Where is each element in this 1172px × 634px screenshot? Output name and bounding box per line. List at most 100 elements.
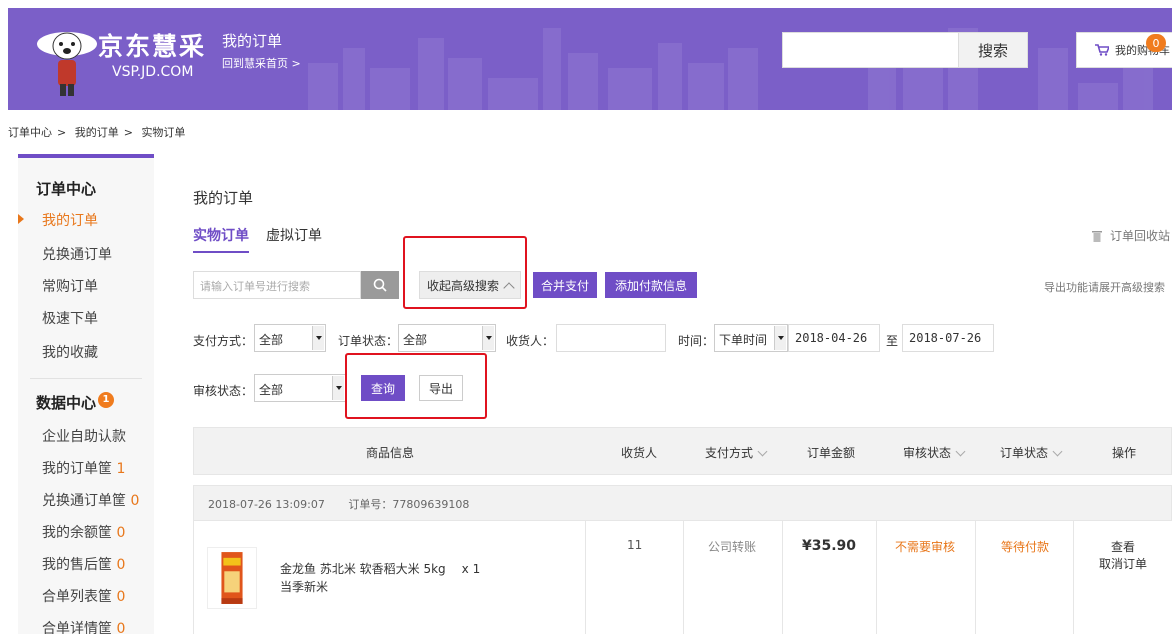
sidebar-item-label: 我的售后筐: [42, 557, 112, 573]
dropdown-arrow-icon: [312, 326, 324, 350]
chevron-down-icon: [757, 446, 768, 457]
sidebar-item-self-payment[interactable]: 企业自助认款: [42, 426, 126, 446]
cell-divider: [1073, 521, 1074, 634]
pay-method-select[interactable]: 全部: [254, 324, 326, 352]
sidebar-item-label: 合单详情筐: [42, 621, 112, 634]
order-status-select[interactable]: 全部: [398, 324, 496, 352]
brand-domain: VSP.JD.COM: [112, 64, 194, 80]
product-name[interactable]: 金龙鱼 苏北米 软香稻大米 5kg x 1: [280, 560, 480, 577]
audit-status-value: 不需要审核: [895, 540, 956, 554]
col-audit-status[interactable]: 审核状态: [903, 444, 966, 461]
sidebar-item-balance-basket[interactable]: 我的余额筐 0: [42, 522, 125, 542]
col-order-status[interactable]: 订单状态: [1000, 444, 1063, 461]
sidebar-item-count: 0: [130, 493, 140, 509]
jd-dog-mascot-logo[interactable]: [34, 24, 100, 100]
sidebar-item-my-orders[interactable]: 我的订单: [42, 210, 98, 230]
sidebar-item-label: 合单列表筐: [42, 589, 112, 605]
sidebar-item-merge-list-basket[interactable]: 合单列表筐 0: [42, 586, 125, 606]
sidebar-section-order-center: 订单中心: [36, 180, 97, 198]
col-pay-method-label: 支付方式: [705, 446, 754, 460]
brand-name: 京东慧采: [98, 32, 207, 61]
trash-icon: [1092, 231, 1102, 242]
col-amount: 订单金额: [807, 446, 856, 460]
receiver-input[interactable]: [556, 324, 666, 352]
audit-status-label: 审核状态：: [193, 384, 254, 398]
order-amount: ¥35.90: [802, 538, 857, 554]
sidebar-item-label: 我的余额筐: [42, 525, 112, 541]
order-recycle-bin-link[interactable]: 订单回收站: [1092, 227, 1170, 244]
active-arrow-icon: [18, 214, 24, 224]
sidebar-item-frequent-orders[interactable]: 常购订单: [42, 276, 98, 296]
order-number: 77809639108: [392, 498, 470, 511]
date-to-input[interactable]: 2018-07-26: [902, 324, 994, 352]
breadcrumb-my-orders[interactable]: 我的订单: [75, 126, 119, 139]
time-type-select[interactable]: 下单时间: [714, 324, 788, 352]
cell-divider: [876, 521, 877, 634]
col-pay-method[interactable]: 支付方式: [705, 444, 768, 461]
sidebar-section-data-center-title: 数据中心: [36, 394, 97, 412]
merge-pay-button[interactable]: 合并支付: [533, 272, 597, 298]
receiver-value: 11: [627, 538, 643, 552]
cell-divider: [585, 521, 586, 634]
breadcrumb-physical-orders: 实物订单: [141, 126, 186, 139]
breadcrumb-order-center[interactable]: 订单中心: [8, 126, 52, 139]
view-order-link[interactable]: 查看: [1111, 538, 1135, 555]
add-payment-info-button[interactable]: 添加付款信息: [605, 272, 697, 298]
breadcrumb: 订单中心 > 我的订单 > 实物订单: [8, 124, 185, 140]
sidebar-divider: [30, 378, 142, 379]
receiver-label: 收货人：: [506, 334, 555, 348]
sidebar-item-count: 1: [116, 461, 126, 477]
back-to-home-link[interactable]: 回到慧采首页 >: [222, 55, 301, 71]
breadcrumb-separator: >: [57, 126, 67, 139]
sidebar-item-order-basket[interactable]: 我的订单筐 1: [42, 458, 125, 478]
time-label: 时间：: [678, 334, 715, 348]
pay-method-value: 全部: [259, 333, 284, 347]
breadcrumb-separator: >: [123, 126, 133, 139]
date-range-separator: 至: [886, 334, 899, 348]
order-search-button[interactable]: [361, 271, 399, 299]
dropdown-arrow-icon: [482, 326, 494, 350]
order-number-search-input[interactable]: 请输入订单号进行搜索: [193, 271, 361, 299]
sidebar: 订单中心 我的订单 兑换通订单 常购订单 极速下单 我的收藏 数据中心 1 企业自…: [18, 154, 154, 634]
sidebar-item-favorites[interactable]: 我的收藏: [42, 342, 98, 362]
sidebar-item-label: 我的订单筐: [42, 461, 112, 477]
product-subtitle: 当季新米: [280, 580, 329, 594]
data-center-badge: 1: [98, 392, 115, 408]
sidebar-item-aftersale-basket[interactable]: 我的售后筐 0: [42, 554, 125, 574]
sidebar-item-merge-detail-basket[interactable]: 合单详情筐 0: [42, 618, 125, 634]
col-order-status-label: 订单状态: [1000, 446, 1049, 460]
header-search-button[interactable]: 搜索: [958, 32, 1028, 68]
tab-physical-orders[interactable]: 实物订单: [193, 225, 249, 253]
col-actions: 操作: [1112, 446, 1137, 460]
col-receiver: 收货人: [621, 446, 658, 460]
chevron-down-icon: [955, 446, 966, 457]
sidebar-item-label: 企业自助认款: [42, 429, 126, 445]
sidebar-item-exchange-basket[interactable]: 兑换通订单筐 0: [42, 490, 139, 510]
header-search-input[interactable]: [782, 32, 966, 68]
col-product-info: 商品信息: [366, 446, 415, 460]
highlight-box-advanced-search: [403, 236, 527, 309]
time-type-value: 下单时间: [719, 333, 768, 347]
order-header-row: 2018-07-26 13:09:07 订单号：77809639108: [193, 485, 1172, 521]
sidebar-section-data-center: 数据中心 1: [36, 392, 115, 413]
chevron-down-icon: [1052, 446, 1063, 457]
order-time: 2018-07-26 13:09:07: [208, 498, 325, 511]
product-thumbnail[interactable]: [207, 547, 257, 609]
cancel-order-link[interactable]: 取消订单: [1099, 555, 1147, 572]
sidebar-item-label: 兑换通订单筐: [42, 493, 126, 509]
sidebar-item-count: 0: [116, 621, 126, 634]
audit-status-value: 全部: [259, 383, 284, 397]
order-status-label: 订单状态：: [338, 334, 399, 348]
sidebar-item-count: 0: [116, 525, 126, 541]
order-status-value: 全部: [403, 333, 428, 347]
dropdown-arrow-icon: [774, 326, 786, 350]
tab-virtual-orders[interactable]: 虚拟订单: [266, 225, 322, 245]
export-tip-text: 导出功能请展开高级搜索: [1044, 281, 1165, 294]
cart-icon: [1095, 44, 1109, 56]
sidebar-item-exchange-orders[interactable]: 兑换通订单: [42, 244, 112, 264]
audit-status-select[interactable]: 全部: [254, 374, 346, 402]
sidebar-item-count: 0: [116, 589, 126, 605]
date-from-input[interactable]: 2018-04-26: [788, 324, 880, 352]
sidebar-item-quick-order[interactable]: 极速下单: [42, 308, 98, 328]
orders-table-header: 商品信息 收货人 支付方式 订单金额 审核状态 订单状态 操作: [193, 427, 1172, 475]
